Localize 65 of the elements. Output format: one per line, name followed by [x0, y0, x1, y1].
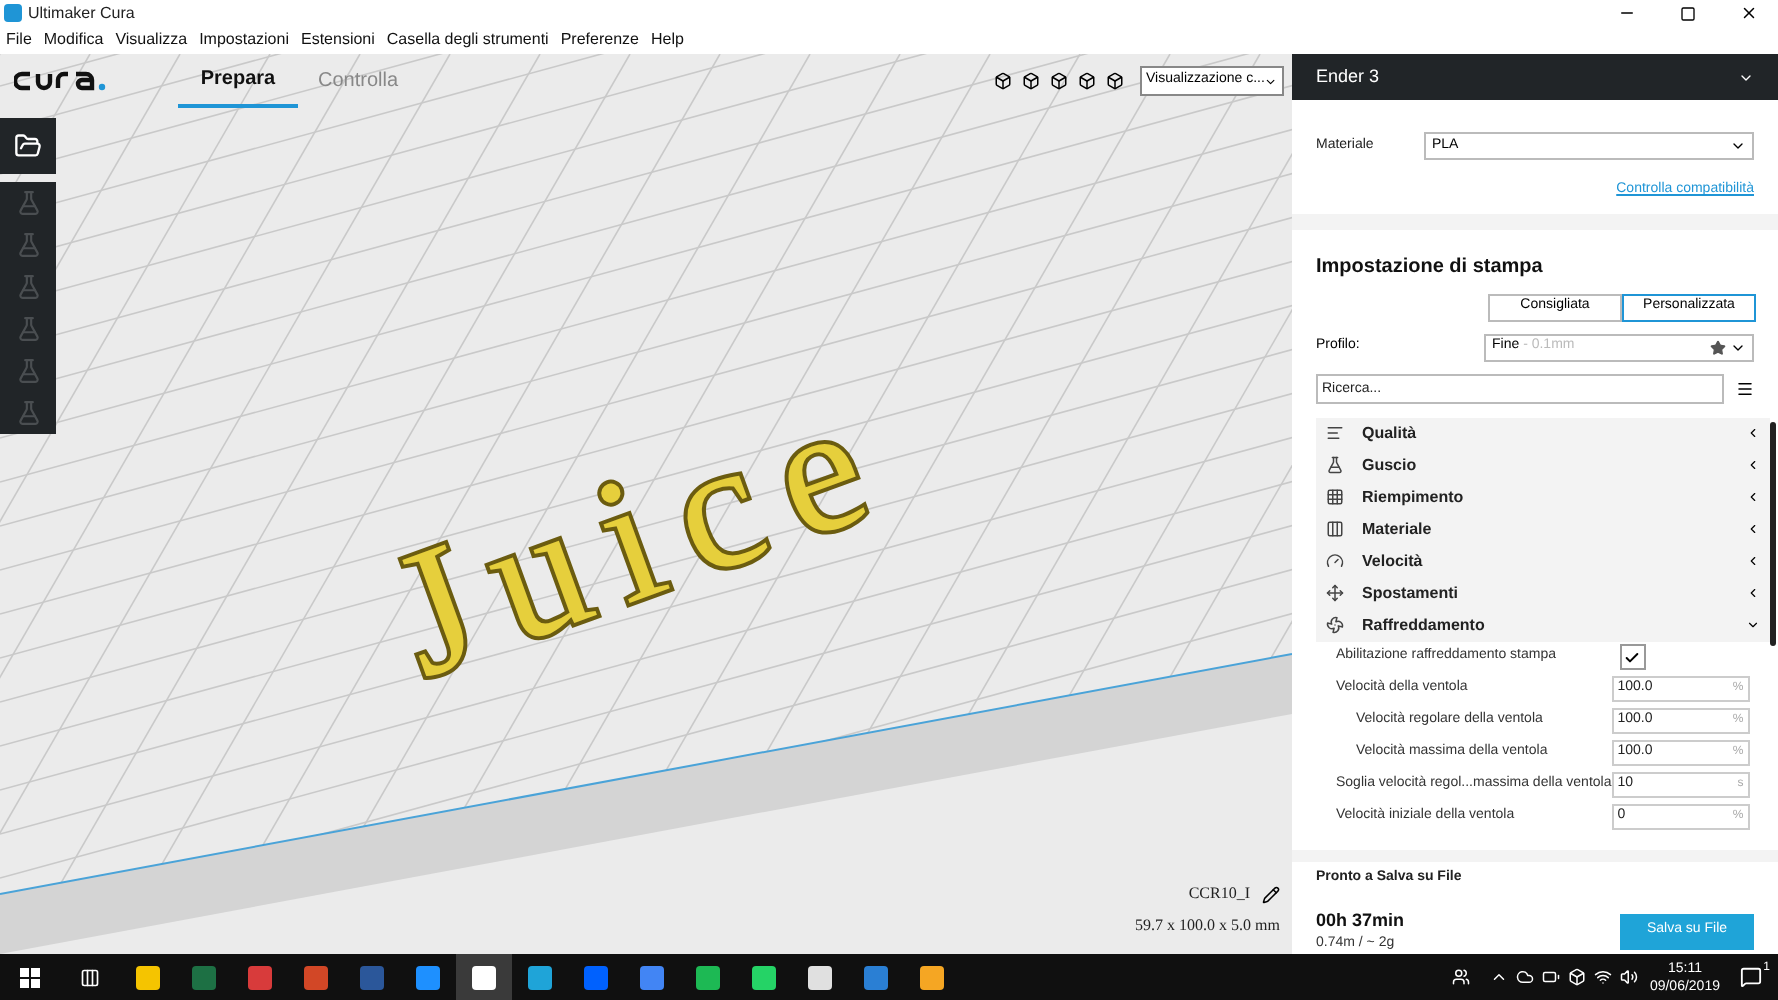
category-header[interactable]: Spostamenti: [1316, 577, 1770, 609]
chevron-left-icon: [1745, 586, 1760, 600]
header-tab[interactable]: Prepara: [178, 54, 298, 108]
chevron-left-icon: [1745, 426, 1760, 440]
menu-item[interactable]: Impostazioni: [199, 28, 289, 52]
people-icon[interactable]: [1451, 968, 1470, 986]
volume-icon[interactable]: [1619, 968, 1638, 986]
box-icon[interactable]: [1567, 968, 1586, 986]
edit-icon[interactable]: [1262, 885, 1280, 903]
category-icon: [1326, 456, 1344, 474]
folder-icon: [14, 132, 42, 160]
printer-header[interactable]: Ender 3: [1292, 54, 1778, 100]
task-view-icon[interactable]: [80, 967, 100, 987]
view-front-icon[interactable]: [1022, 72, 1040, 90]
category-icon: [1326, 520, 1344, 538]
category-header[interactable]: Raffreddamento: [1316, 609, 1770, 641]
chevron-down-icon: [1730, 138, 1746, 154]
category-icon: [1326, 616, 1344, 634]
print-time: 00h 37min: [1316, 907, 1405, 933]
3d-model-drawing: Juice: [369, 355, 916, 694]
object-name: CCR10_I: [1188, 882, 1250, 906]
menu-item[interactable]: Modifica: [43, 28, 104, 52]
menu-item[interactable]: Help: [650, 28, 684, 52]
category-icon: [1326, 552, 1344, 570]
menu-item[interactable]: Preferenze: [560, 28, 639, 52]
app-logo-icon: [4, 4, 22, 22]
chevron-left-icon: [1745, 458, 1760, 472]
category-header[interactable]: Velocità: [1316, 545, 1770, 577]
view-top-icon[interactable]: [1050, 72, 1068, 90]
chevron-left-icon: [1745, 554, 1760, 568]
category-header[interactable]: Materiale: [1316, 513, 1770, 545]
taskbar-app[interactable]: [456, 954, 512, 1000]
scrollbar[interactable]: [1770, 421, 1777, 645]
view-right-icon[interactable]: [1106, 72, 1124, 90]
menu-icon[interactable]: [1736, 379, 1754, 397]
notification-icon[interactable]: [1740, 966, 1762, 988]
battery-icon[interactable]: [1541, 968, 1560, 986]
view-3d-icon[interactable]: [994, 72, 1012, 90]
category-icon: [1326, 584, 1344, 602]
chevron-left-icon: [1745, 522, 1760, 536]
windows-logo-icon: [20, 967, 40, 987]
checkbox[interactable]: [1619, 644, 1646, 670]
section-title: Impostazione di stampa: [1314, 253, 1545, 281]
menu-item[interactable]: File: [6, 28, 32, 52]
menu-item[interactable]: Casella degli strumenti: [386, 28, 549, 52]
window-title: Ultimaker Cura: [28, 1, 135, 25]
category-header[interactable]: Qualità: [1316, 417, 1770, 449]
star-icon: [1710, 339, 1726, 355]
check-icon: [1624, 649, 1641, 665]
menu-item[interactable]: Estensioni: [300, 28, 375, 52]
maximize-icon[interactable]: [1680, 5, 1696, 21]
object-dimensions: 59.7 x 100.0 x 5.0 mm: [1135, 914, 1280, 938]
chevron-down-icon: [1745, 618, 1760, 632]
wifi-icon[interactable]: [1593, 968, 1612, 986]
open-file-button[interactable]: [0, 118, 56, 174]
category-header[interactable]: Guscio: [1316, 449, 1770, 481]
chevron-left-icon: [1745, 490, 1760, 504]
tray-expand-icon[interactable]: [1489, 968, 1508, 986]
menu-item[interactable]: Visualizza: [115, 28, 188, 52]
category-icon: [1326, 424, 1344, 442]
view-left-icon[interactable]: [1078, 72, 1096, 90]
close-icon[interactable]: [1740, 4, 1758, 22]
cloud-icon[interactable]: [1515, 968, 1534, 986]
category-icon: [1326, 488, 1344, 506]
category-header[interactable]: Riempimento: [1316, 481, 1770, 513]
